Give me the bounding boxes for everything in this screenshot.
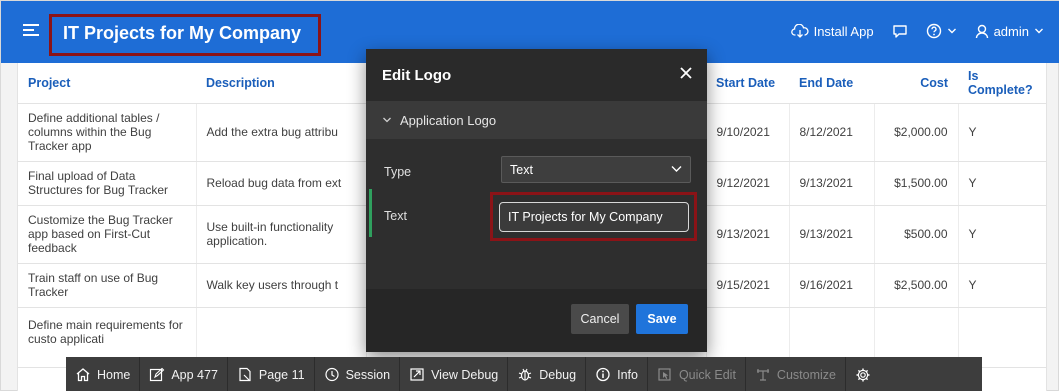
quick-edit-icon [658,368,671,381]
hamburger-menu-icon[interactable] [23,24,39,38]
dialog-footer: Cancel Save [366,289,707,352]
cancel-button[interactable]: Cancel [571,304,629,334]
cell-project: Define additional tables / columns withi… [18,103,197,162]
devbar-debug-label: Debug [539,367,577,382]
cell-cost: $500.00 [874,205,959,264]
cell-end-date: 9/13/2021 [789,161,875,206]
cell-project: Final upload of Data Structures for Bug … [18,161,197,206]
cell-project: Train staff on use of Bug Tracker [18,263,197,308]
cell-end-date: 9/16/2021 [789,263,875,308]
chevron-down-icon [383,117,391,123]
save-button[interactable]: Save [636,304,688,334]
cell-start-date: 9/15/2021 [706,263,790,308]
page-icon [239,367,251,382]
edit-icon [150,367,165,382]
cell-end-date: 9/13/2021 [789,205,875,264]
feedback-button[interactable] [892,24,908,38]
cell-start-date: 9/10/2021 [706,103,790,162]
chevron-down-icon [671,166,682,172]
close-icon[interactable] [677,64,695,82]
cell-is-complete: Y [958,103,1046,162]
developer-toolbar: Home App 477 Page 11 Session View Debug … [66,357,982,391]
devbar-page-label: Page 11 [258,367,305,382]
cell-description: Use built-in functionality application. [196,205,367,264]
cell-start-date: 9/12/2021 [706,161,790,206]
devbar-home-button[interactable]: Home [66,357,141,391]
devbar-quick-edit-button[interactable]: Quick Edit [648,357,746,391]
home-icon [76,368,90,382]
install-app-label: Install App [813,23,874,39]
info-icon [596,367,610,382]
cell-cost: $2,500.00 [874,263,959,308]
type-label: Type [384,165,412,179]
help-icon [926,23,941,39]
chat-bubble-icon [892,25,907,38]
column-header-start-date[interactable]: Start Date [706,63,789,104]
column-header-project[interactable]: Project [18,63,196,104]
install-app-button[interactable]: Install App [790,23,874,39]
edit-logo-dialog: Edit Logo Application Logo Type Text Tex… [366,49,707,352]
cell-project: Customize the Bug Tracker app based on F… [18,205,197,264]
region-title: Application Logo [400,112,497,128]
user-name: admin [993,23,1029,39]
column-header-description[interactable]: Description [196,63,366,104]
column-header-cost[interactable]: Cost [874,63,958,104]
devbar-customize-label: Customize [776,367,836,382]
cell-is-complete: Y [958,205,1046,264]
devbar-info-label: Info [617,367,638,382]
user-menu-button[interactable]: admin [975,24,1044,39]
devbar-session-label: Session [345,367,391,382]
app-frame: IT Projects for My Company Install App a… [0,0,1059,391]
logo-text-input[interactable]: IT Projects for My Company [499,202,689,232]
devbar-settings-button[interactable] [846,357,880,391]
cell-cost: $1,500.00 [874,161,959,206]
cell-end-date: 8/12/2021 [789,103,875,162]
devbar-page-button[interactable]: Page 11 [228,357,315,391]
column-header-is-complete[interactable]: Is Complete? [958,63,1046,104]
cell-description: Reload bug data from ext [196,161,367,206]
chevron-down-icon [1035,28,1043,34]
dialog-title: Edit Logo [382,67,452,84]
session-icon [324,367,339,382]
devbar-session-button[interactable]: Session [315,357,401,391]
app-title[interactable]: IT Projects for My Company [63,23,301,44]
cell-is-complete: Y [958,263,1046,308]
chevron-down-icon [947,28,956,34]
application-logo-region-toggle[interactable]: Application Logo [366,101,707,139]
cell-is-complete: Y [958,161,1046,206]
cloud-download-icon [790,24,809,38]
devbar-view-debug-label: View Debug [431,367,499,382]
customize-icon [756,369,769,381]
devbar-app-label: App 477 [171,367,218,382]
help-menu-button[interactable] [926,23,957,39]
devbar-app-button[interactable]: App 477 [140,357,228,391]
gear-icon [856,368,870,381]
header-nav: Install App admin [790,23,1044,39]
devbar-view-debug-button[interactable]: View Debug [400,357,509,391]
view-debug-icon [410,368,424,381]
devbar-customize-button[interactable]: Customize [746,357,846,391]
cell-description: Walk key users through t [196,263,367,308]
bug-icon [519,368,532,381]
devbar-quick-edit-label: Quick Edit [678,367,736,382]
cell-start-date: 9/13/2021 [706,205,790,264]
user-icon [975,24,988,38]
field-focus-indicator [369,189,372,237]
devbar-home-label: Home [97,367,131,382]
devbar-debug-button[interactable]: Debug [508,357,587,391]
dialog-header: Edit Logo [366,49,707,101]
cell-description: Add the extra bug attribu [196,103,367,162]
devbar-info-button[interactable]: Info [586,357,648,391]
type-select[interactable]: Text [501,156,691,183]
type-select-value: Text [510,163,533,177]
text-label: Text [384,209,407,223]
column-header-end-date[interactable]: End Date [789,63,874,104]
cell-cost: $2,000.00 [874,103,959,162]
